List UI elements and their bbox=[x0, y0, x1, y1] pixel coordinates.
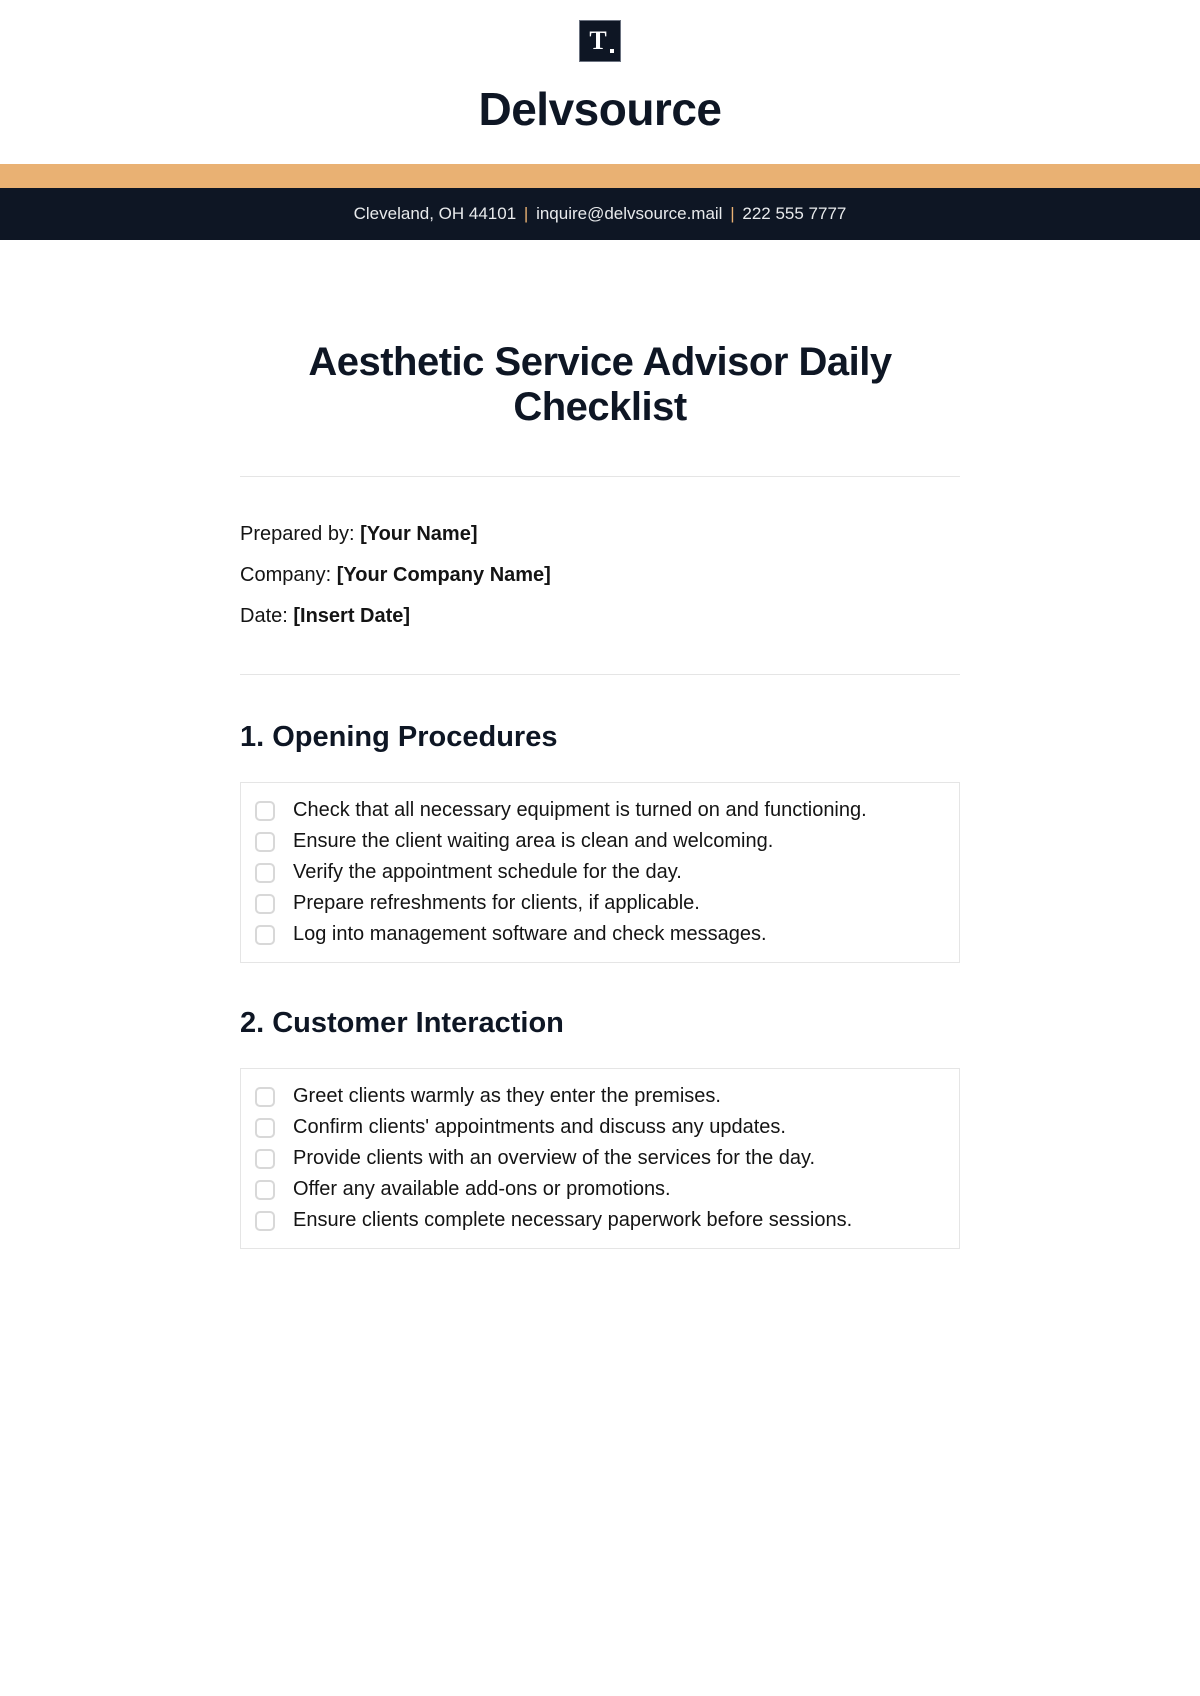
checkbox[interactable] bbox=[255, 925, 275, 945]
checklist-item-text: Log into management software and check m… bbox=[293, 923, 767, 946]
checklist-item: Greet clients warmly as they enter the p… bbox=[255, 1081, 945, 1112]
checklist-item-text: Provide clients with an overview of the … bbox=[293, 1147, 815, 1170]
document-title: Aesthetic Service Advisor Daily Checklis… bbox=[240, 340, 960, 430]
checklist-item: Ensure the client waiting area is clean … bbox=[255, 826, 945, 857]
document-body: Aesthetic Service Advisor Daily Checklis… bbox=[140, 340, 1060, 1249]
logo-dot-icon bbox=[610, 49, 614, 53]
checklist-item-text: Verify the appointment schedule for the … bbox=[293, 861, 682, 884]
checklist-item: Ensure clients complete necessary paperw… bbox=[255, 1205, 945, 1236]
section-heading: 1. Opening Procedures bbox=[240, 721, 960, 754]
accent-bar bbox=[0, 164, 1200, 188]
checklist-item-text: Ensure clients complete necessary paperw… bbox=[293, 1209, 852, 1232]
checklist-box: Check that all necessary equipment is tu… bbox=[240, 782, 960, 963]
checklist-item: Offer any available add-ons or promotion… bbox=[255, 1174, 945, 1205]
checklist-item-text: Ensure the client waiting area is clean … bbox=[293, 830, 773, 853]
brand-logo: T bbox=[579, 20, 621, 62]
divider bbox=[240, 674, 960, 675]
checkbox[interactable] bbox=[255, 1149, 275, 1169]
checkbox[interactable] bbox=[255, 1118, 275, 1138]
section-heading: 2. Customer Interaction bbox=[240, 1007, 960, 1040]
checklist-item: Check that all necessary equipment is tu… bbox=[255, 795, 945, 826]
contact-address: Cleveland, OH 44101 bbox=[354, 204, 517, 223]
date-value: [Insert Date] bbox=[293, 605, 410, 627]
checkbox[interactable] bbox=[255, 894, 275, 914]
checklist-item-text: Greet clients warmly as they enter the p… bbox=[293, 1085, 721, 1108]
contact-email: inquire@delvsource.mail bbox=[536, 204, 722, 223]
checkbox[interactable] bbox=[255, 1180, 275, 1200]
checklist-item-text: Confirm clients' appointments and discus… bbox=[293, 1116, 786, 1139]
checkbox[interactable] bbox=[255, 863, 275, 883]
separator-icon: | bbox=[524, 204, 528, 223]
date-label: Date: bbox=[240, 605, 293, 627]
checklist-box: Greet clients warmly as they enter the p… bbox=[240, 1068, 960, 1249]
divider bbox=[240, 476, 960, 477]
checklist-item: Provide clients with an overview of the … bbox=[255, 1143, 945, 1174]
checklist-item-text: Check that all necessary equipment is tu… bbox=[293, 799, 867, 822]
checklist-item-text: Prepare refreshments for clients, if app… bbox=[293, 892, 700, 915]
checklist-item: Prepare refreshments for clients, if app… bbox=[255, 888, 945, 919]
logo-letter: T bbox=[589, 26, 606, 55]
prepared-by-label: Prepared by: bbox=[240, 523, 360, 545]
prepared-by-line: Prepared by: [Your Name] bbox=[240, 523, 960, 546]
prepared-by-value: [Your Name] bbox=[360, 523, 477, 545]
company-label: Company: bbox=[240, 564, 337, 586]
checkbox[interactable] bbox=[255, 1211, 275, 1231]
company-name: Delvsource bbox=[0, 82, 1200, 136]
contact-bar: Cleveland, OH 44101 | inquire@delvsource… bbox=[0, 188, 1200, 240]
separator-icon: | bbox=[730, 204, 734, 223]
document-header: T Delvsource bbox=[0, 0, 1200, 136]
checklist-item: Confirm clients' appointments and discus… bbox=[255, 1112, 945, 1143]
company-value: [Your Company Name] bbox=[337, 564, 551, 586]
checklist-item-text: Offer any available add-ons or promotion… bbox=[293, 1178, 671, 1201]
checkbox[interactable] bbox=[255, 801, 275, 821]
date-line: Date: [Insert Date] bbox=[240, 605, 960, 628]
checkbox[interactable] bbox=[255, 1087, 275, 1107]
checkbox[interactable] bbox=[255, 832, 275, 852]
checklist-item: Log into management software and check m… bbox=[255, 919, 945, 950]
contact-phone: 222 555 7777 bbox=[742, 204, 846, 223]
company-line: Company: [Your Company Name] bbox=[240, 564, 960, 587]
checklist-item: Verify the appointment schedule for the … bbox=[255, 857, 945, 888]
